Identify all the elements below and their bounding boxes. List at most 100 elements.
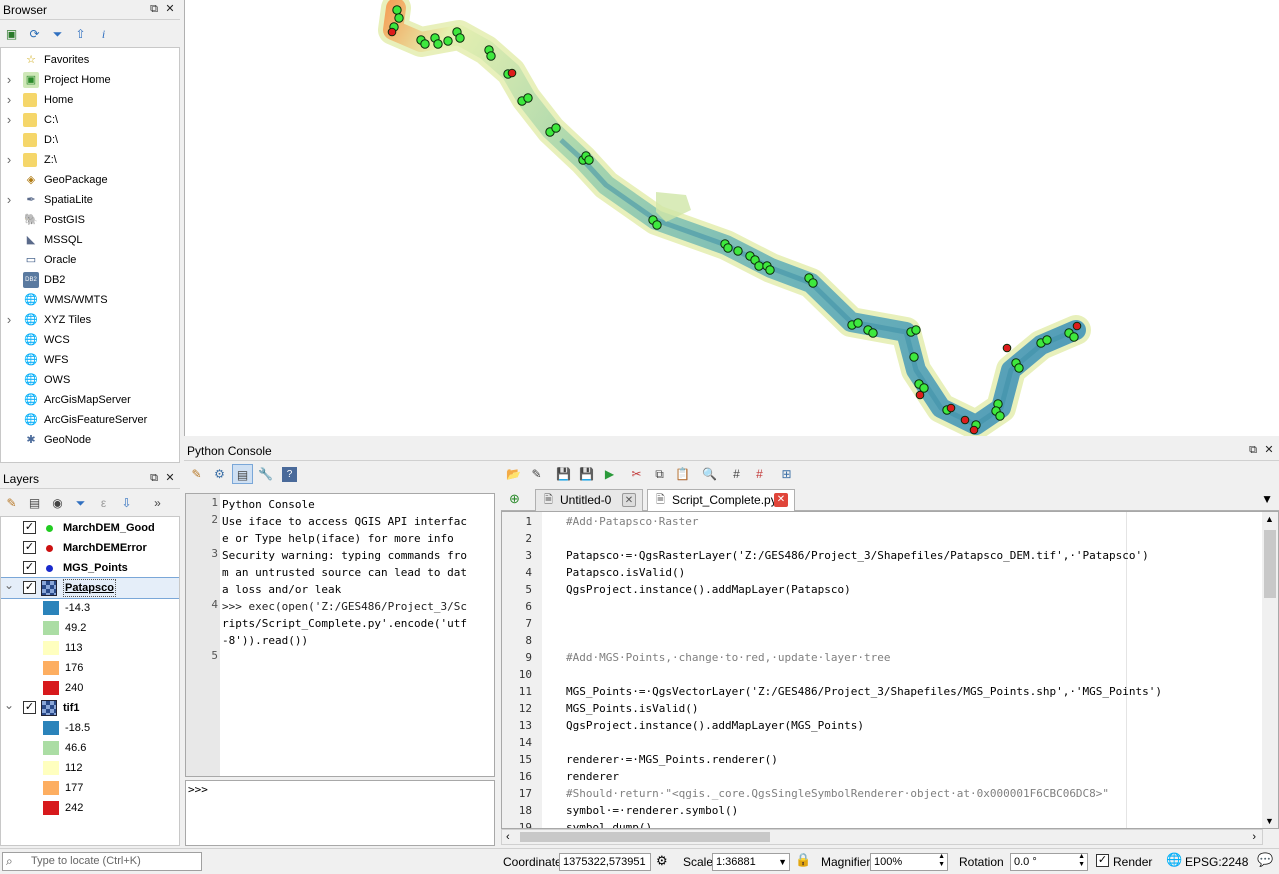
close-panel-button[interactable]: ✕ [1262, 444, 1276, 456]
layer-item[interactable]: -18.5 [1, 718, 179, 738]
coordinate-field[interactable]: 1375322,573951 [559, 853, 651, 871]
filter-expression-icon[interactable]: ε [93, 493, 114, 513]
layer-item[interactable]: 112 [1, 758, 179, 778]
lock-icon[interactable]: 🔒 [795, 852, 811, 868]
info-icon[interactable]: i [93, 24, 114, 44]
layer-item[interactable]: 176 [1, 658, 179, 678]
browser-item[interactable]: D:\ [1, 130, 179, 150]
layer-item[interactable]: ⌄ ✓ tif1 [1, 698, 179, 718]
scale-field[interactable]: 1:36881 ▼ [712, 853, 790, 871]
layer-item[interactable]: 113 [1, 638, 179, 658]
vertical-scrollbar[interactable]: ▲ ▼ [1262, 512, 1278, 828]
crs-label[interactable]: EPSG:2248 [1185, 853, 1248, 871]
browser-item[interactable]: 🌐 WMS/WMTS [1, 290, 179, 310]
run-python-icon[interactable]: ⚙ [209, 464, 230, 484]
object-inspector-icon[interactable]: ⊞ [776, 464, 797, 484]
scroll-left-icon[interactable]: ‹ [506, 831, 510, 843]
hscroll-thumb[interactable] [520, 832, 770, 842]
clear-console-icon[interactable]: ✎ [186, 464, 207, 484]
save-icon[interactable]: 💾 [553, 464, 574, 484]
crs-icon[interactable]: 🌐 [1166, 852, 1182, 868]
find-icon[interactable]: 🔍 [699, 464, 720, 484]
browser-item[interactable]: 🌐 ArcGisFeatureServer [1, 410, 179, 430]
more-icon[interactable]: » [147, 493, 168, 513]
chevron-right-icon[interactable]: › [4, 90, 14, 110]
browser-item[interactable]: › Home [1, 90, 179, 110]
browser-item[interactable]: 🌐 WCS [1, 330, 179, 350]
layer-visibility-checkbox[interactable]: ✓ [23, 541, 36, 554]
copy-icon[interactable]: ⧉ [649, 464, 670, 484]
browser-item[interactable]: 🌐 OWS [1, 370, 179, 390]
rotation-field[interactable]: 0.0 ° ▲ ▼ [1010, 853, 1088, 871]
close-tab-icon[interactable]: ✕ [774, 493, 788, 507]
browser-item[interactable]: › 🌐 XYZ Tiles [1, 310, 179, 330]
chevron-right-icon[interactable]: › [4, 310, 14, 330]
run-script-icon[interactable]: ▶ [599, 464, 620, 484]
spinner-icon[interactable]: ▲ ▼ [938, 854, 945, 869]
close-panel-button[interactable]: ✕ [163, 472, 177, 484]
filter-icon[interactable]: ⏷ [47, 24, 68, 44]
cut-icon[interactable]: ✂ [626, 464, 647, 484]
tab-list-icon[interactable]: ▼ [1261, 492, 1273, 506]
browser-item[interactable]: DB2 DB2 [1, 270, 179, 290]
float-panel-button[interactable]: ⧉ [1246, 444, 1260, 456]
locator-field[interactable]: ⌕ Type to locate (Ctrl+K) [2, 852, 202, 871]
scroll-right-icon[interactable]: › [1252, 831, 1256, 843]
browser-item[interactable]: › ✒ SpatiaLite [1, 190, 179, 210]
layer-item[interactable]: 49.2 [1, 618, 179, 638]
browser-item[interactable]: ☆ Favorites [1, 50, 179, 70]
float-panel-button[interactable]: ⧉ [147, 472, 161, 484]
float-panel-button[interactable]: ⧉ [147, 3, 161, 15]
map-canvas[interactable] [184, 0, 1279, 436]
paste-icon[interactable]: 📋 [672, 464, 693, 484]
close-panel-button[interactable]: ✕ [163, 3, 177, 15]
style-manager-icon[interactable]: ✎ [1, 493, 22, 513]
browser-item[interactable]: › ▣ Project Home [1, 70, 179, 90]
horizontal-scrollbar[interactable]: ‹ › [501, 829, 1263, 845]
close-tab-icon[interactable]: ✕ [622, 493, 636, 507]
browser-item[interactable]: 🐘 PostGIS [1, 210, 179, 230]
toggle-extents-icon[interactable]: ⚙ [656, 853, 668, 869]
uncomment-icon[interactable]: # [749, 464, 770, 484]
chevron-down-icon[interactable]: ⌄ [4, 578, 14, 592]
layer-visibility-checkbox[interactable]: ✓ [23, 701, 36, 714]
filter-legend-icon[interactable]: ⏷ [70, 493, 91, 513]
layer-visibility-checkbox[interactable]: ✓ [23, 581, 36, 594]
layer-item[interactable]: -14.3 [1, 598, 179, 618]
chevron-down-icon[interactable]: ⌄ [4, 698, 14, 712]
new-tab-icon[interactable]: ⊕ [509, 492, 520, 506]
visibility-icon[interactable]: ◉ [47, 493, 68, 513]
code-editor[interactable]: 1 #Add·Patapsco·Raster 2 3 Patapsco·=·QgsRas… [501, 511, 1279, 829]
editor-tab[interactable]: 🗎 Script_Complete.py ✕ [647, 489, 795, 511]
save-as-icon[interactable]: 💾 [576, 464, 597, 484]
comment-icon[interactable]: # [726, 464, 747, 484]
browser-item[interactable]: ▭ Oracle [1, 250, 179, 270]
browser-item[interactable]: ◣ MSSQL [1, 230, 179, 250]
render-checkbox[interactable]: ✓ [1096, 854, 1109, 867]
refresh-icon[interactable]: ⟳ [24, 24, 45, 44]
chevron-right-icon[interactable]: › [4, 150, 14, 170]
layer-item[interactable]: 177 [1, 778, 179, 798]
layer-item[interactable]: ⌄ ✓ Patapsco [1, 577, 179, 599]
browser-item[interactable]: › Z:\ [1, 150, 179, 170]
layer-visibility-checkbox[interactable]: ✓ [23, 561, 36, 574]
chevron-down-icon[interactable]: ▼ [778, 854, 787, 870]
scroll-up-icon[interactable]: ▲ [1265, 514, 1274, 524]
browser-item[interactable]: ✱ GeoNode [1, 430, 179, 450]
console-input[interactable]: >>> [185, 780, 495, 846]
browser-item[interactable]: 🌐 WFS [1, 350, 179, 370]
layer-item[interactable]: 242 [1, 798, 179, 818]
chevron-right-icon[interactable]: › [4, 190, 14, 210]
editor-tab[interactable]: 🗎 Untitled-0 ✕ [535, 489, 643, 511]
chevron-right-icon[interactable]: › [4, 70, 14, 90]
browser-item[interactable]: ◈ GeoPackage [1, 170, 179, 190]
layer-item[interactable]: ✓ MarchDEMError [1, 538, 179, 558]
help-icon[interactable]: ? [282, 466, 297, 482]
add-group-icon[interactable]: ▤ [24, 493, 45, 513]
show-editor-icon[interactable]: ▤ [232, 464, 253, 484]
expand-all-icon[interactable]: ⇩ [116, 493, 137, 513]
add-selected-layers-icon[interactable]: ▣ [1, 24, 22, 44]
magnifier-field[interactable]: 100% ▲ ▼ [870, 853, 948, 871]
browser-item[interactable]: › C:\ [1, 110, 179, 130]
layer-item[interactable]: 46.6 [1, 738, 179, 758]
